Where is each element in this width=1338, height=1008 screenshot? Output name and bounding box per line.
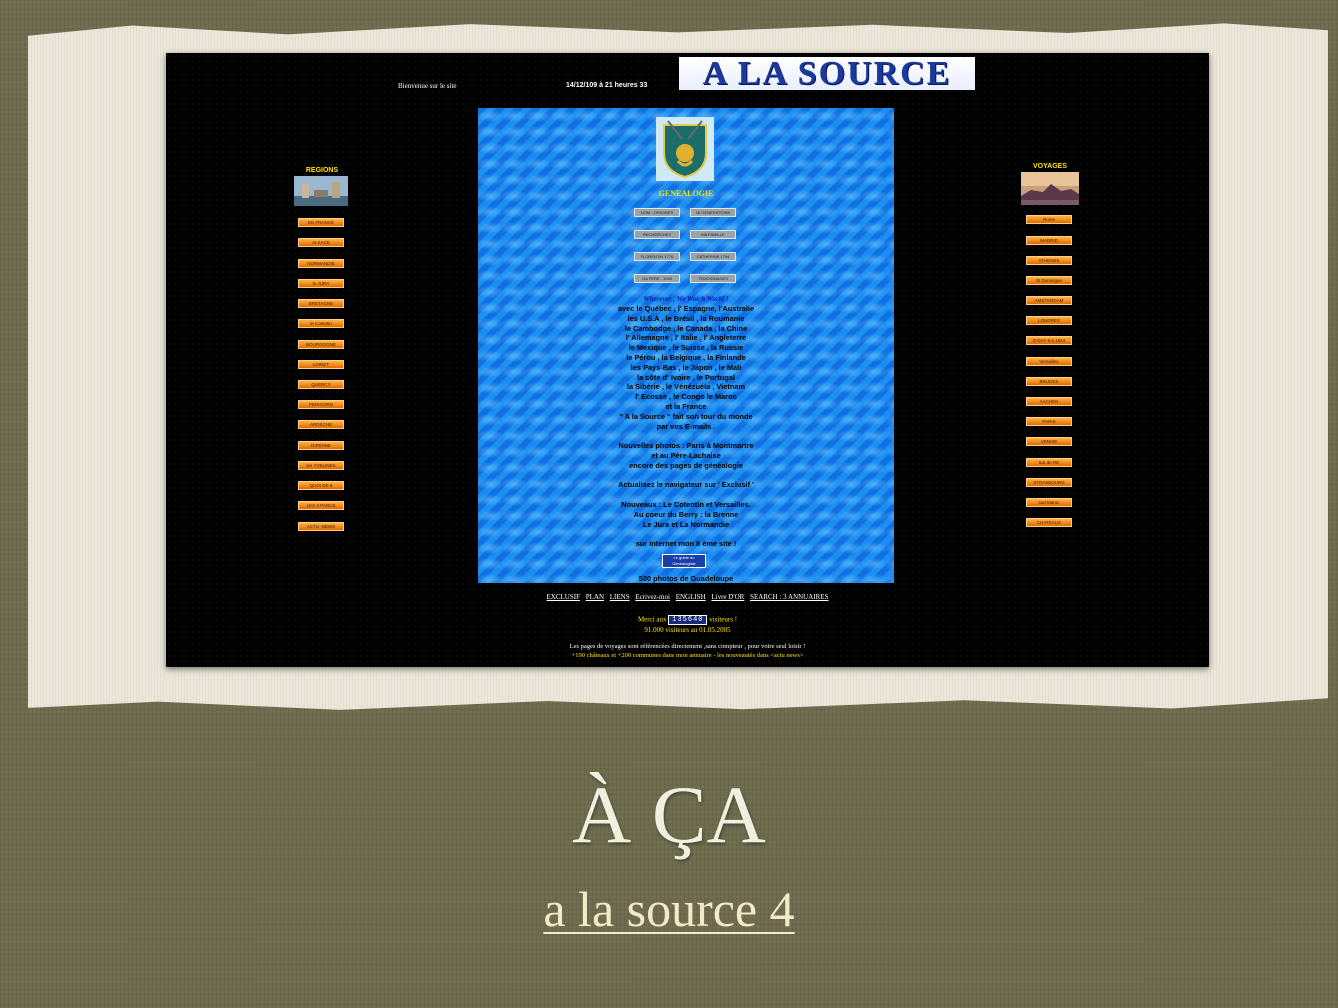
link-liens[interactable]: LIENS xyxy=(610,593,630,601)
voyage-button-ile-de-re[interactable]: ILE de RE xyxy=(1026,458,1072,467)
region-button-bretagne[interactable]: BRETAGNE xyxy=(298,299,344,308)
travel-pages-note: Les pages de voyages sont référencées di… xyxy=(569,643,806,650)
genealogy-button-ma-famille[interactable]: MA FAMILLE xyxy=(690,230,736,239)
voyage-button-d-day[interactable]: D-DAY 6.6.1944 xyxy=(1026,336,1072,345)
voyage-button-amsterdam[interactable]: AMSTERDAM xyxy=(1026,296,1072,305)
genealogy-button-recherches[interactable]: RECHERCHES xyxy=(634,230,680,239)
voyage-button-chateaux[interactable]: CHATEAUX xyxy=(1026,518,1072,527)
link-ecrivez-moi[interactable]: Ecrivez-moi xyxy=(635,593,670,601)
regions-photo[interactable] xyxy=(294,176,348,206)
body-line: l' Ecosse , le Congo le Maroc xyxy=(635,392,737,402)
body-line: la côte d' Ivoire , le Portugal xyxy=(637,372,735,382)
region-button-alsace[interactable]: ALSACE xyxy=(298,238,344,247)
genealogy-title: GENEALOGIE xyxy=(658,189,714,198)
region-button-jura[interactable]: le JURA xyxy=(298,279,344,288)
body-line xyxy=(478,529,894,539)
body-text: avec le Québec , l' Espagne, l'Australie… xyxy=(478,304,894,549)
genealogy-button-catherine[interactable]: CATHERINE 1794 xyxy=(690,252,736,261)
region-button-quercy[interactable]: QUERCY xyxy=(298,380,344,389)
visitor-counter: 135640 xyxy=(668,615,708,625)
body-line xyxy=(478,490,894,500)
voyage-button-londres[interactable]: LONDRES xyxy=(1026,316,1072,325)
body-line: le Mexique , le Suisse , la Russie xyxy=(628,343,744,353)
link-english[interactable]: ENGLISH xyxy=(676,593,706,601)
website-screenshot: Bienvenue sur le site 14/12/109 à 21 heu… xyxy=(166,53,1209,667)
body-line: Le Jura et La Normandie xyxy=(642,519,730,529)
region-button-cotentin[interactable]: le Cotentin xyxy=(298,319,344,328)
voyage-button-st-domingue[interactable]: St Domingue xyxy=(1026,276,1072,285)
link-livre-dor[interactable]: Livre D'OR xyxy=(711,593,744,601)
voyage-button-sud-maroc[interactable]: sud Maroc xyxy=(1026,498,1072,507)
footer-links: EXCLUSIF PLAN LIENS Ecrivez-moi ENGLISH … xyxy=(166,593,1209,601)
voyage-button-bruges[interactable]: BRUGES xyxy=(1026,377,1072,386)
slide-title: À ÇA xyxy=(572,769,766,860)
body-line: Nouveaux : Le Cotentin et Versailles. xyxy=(621,499,751,509)
body-line: la Sibérie , le Vénézuéla , Vietnam xyxy=(626,382,746,392)
welcome-text: Bienvenue sur le site xyxy=(398,82,457,90)
voyage-button-athenes[interactable]: ATHENES xyxy=(1026,256,1072,265)
genealogist-guide-button[interactable]: Le guide du Généalogiste xyxy=(662,554,706,568)
body-line: l' Allemagne , l' Italie , l' Angleterre xyxy=(625,333,747,343)
region-button-quoi-de-9[interactable]: QUOI DE 9 xyxy=(298,481,344,490)
voyages-photo[interactable] xyxy=(1021,172,1079,205)
voyage-button-aachen[interactable]: AACHEN xyxy=(1026,397,1072,406)
thanks-suffix: visiteurs ! xyxy=(709,615,738,624)
region-button-difenne[interactable]: DIFENNE xyxy=(298,441,344,450)
body-line: sur Internet mon 8 ème site ! xyxy=(635,539,737,549)
voyage-button-madrid[interactable]: MADRID xyxy=(1026,236,1072,245)
thanks-line: Merci aux 135640 visiteurs ! xyxy=(166,615,1209,625)
body-line: et la France xyxy=(665,401,707,411)
body-line: par vos E-mails . xyxy=(656,421,716,431)
body-line: et au Père-Lachaise xyxy=(651,450,721,460)
body-line: les Pays-Bas , le Japon , le Mali xyxy=(630,362,742,372)
genealogy-button-temoignages[interactable]: TEMOIGNAGES xyxy=(690,274,736,283)
region-button-ardeche[interactable]: ARDECHE xyxy=(298,420,344,429)
voyages-title: VOYAGES xyxy=(1033,163,1067,170)
link-exclusif[interactable]: EXCLUSIF xyxy=(547,593,580,601)
region-button-perigord[interactable]: PERIGORD xyxy=(298,400,344,409)
body-line: les U.S.A , le Brésil , la Roumanie xyxy=(627,313,745,323)
motto-text: Wherever , We Watch World ! xyxy=(643,295,729,303)
directory-note: +190 châteaux et +200 communes dans mon … xyxy=(571,652,804,659)
voyage-button-strasbourg[interactable]: STRASBOURG xyxy=(1026,478,1072,487)
link-search-annuaires[interactable]: SEARCH : 3 ANNUAIRES xyxy=(750,593,828,601)
body-line: Actualisez le navigateur sur ' Exclusif … xyxy=(618,480,754,490)
genealogy-button-ga-pere[interactable]: GA PERE - 1940 xyxy=(634,274,680,283)
datetime-text: 14/12/109 à 21 heures 33 xyxy=(566,82,648,89)
regions-title: REGIONS xyxy=(305,167,339,174)
region-button-normandie[interactable]: NORMANDIE xyxy=(298,259,344,268)
body-line: " A la Source " fait son tour du monde xyxy=(619,411,753,421)
region-button-actu-news[interactable]: ACTU -NEWS xyxy=(298,522,344,531)
body-line xyxy=(478,471,894,481)
body-line: le Cambodge , le Canada , la Chine xyxy=(624,323,748,333)
genealogy-button-16-generations[interactable]: 16 GENERATIONS xyxy=(690,208,736,217)
voyage-button-versailles[interactable]: Versailles xyxy=(1026,357,1072,366)
body-line: Au coeur du Berry : la Brenne xyxy=(633,509,739,519)
body-line: encore des pages de généalogie xyxy=(629,460,743,470)
guadeloupe-photos-text: 500 photos de Guadeloupe xyxy=(638,574,734,583)
voyage-button-paris[interactable]: PARIS xyxy=(1026,417,1072,426)
slide-link: a la source 4 xyxy=(0,880,1338,938)
body-line xyxy=(478,431,894,441)
voyage-button-venise[interactable]: VENISE xyxy=(1026,437,1072,446)
visitors-line: 91.000 visiteurs au 01.05.2005 xyxy=(644,626,731,634)
thanks-prefix: Merci aux xyxy=(637,615,667,624)
center-content-panel: GENEALOGIE NOM - ORIGINES 16 GENERATIONS… xyxy=(478,108,894,583)
region-button-bourgogne[interactable]: BOURGOGNE xyxy=(298,340,344,349)
site-logo[interactable]: A LA SOURCE xyxy=(679,57,975,91)
coat-of-arms-icon[interactable] xyxy=(656,117,714,181)
source-link[interactable]: a la source 4 xyxy=(543,881,794,937)
region-button-loiret[interactable]: LOIRET xyxy=(298,360,344,369)
region-button-yvelines[interactable]: les YVELINES xyxy=(298,461,344,470)
body-line: le Pérou , la Belgique , la Finlande xyxy=(626,352,746,362)
link-plan[interactable]: PLAN xyxy=(586,593,604,601)
region-button-en-france[interactable]: EN FRANCE xyxy=(298,218,344,227)
body-line: avec le Québec , l' Espagne, l'Australie xyxy=(617,304,755,313)
body-line: Nouvelles photos : Paris à Montmartre xyxy=(618,441,754,451)
voyage-button-rome[interactable]: Rome xyxy=(1026,215,1072,224)
region-button-3-parcs[interactable]: LES 3 PARCS xyxy=(298,501,344,510)
genealogy-button-nom-origines[interactable]: NOM - ORIGINES xyxy=(634,208,680,217)
genealogy-button-florentin[interactable]: FLORENTIN 1776 xyxy=(634,252,680,261)
